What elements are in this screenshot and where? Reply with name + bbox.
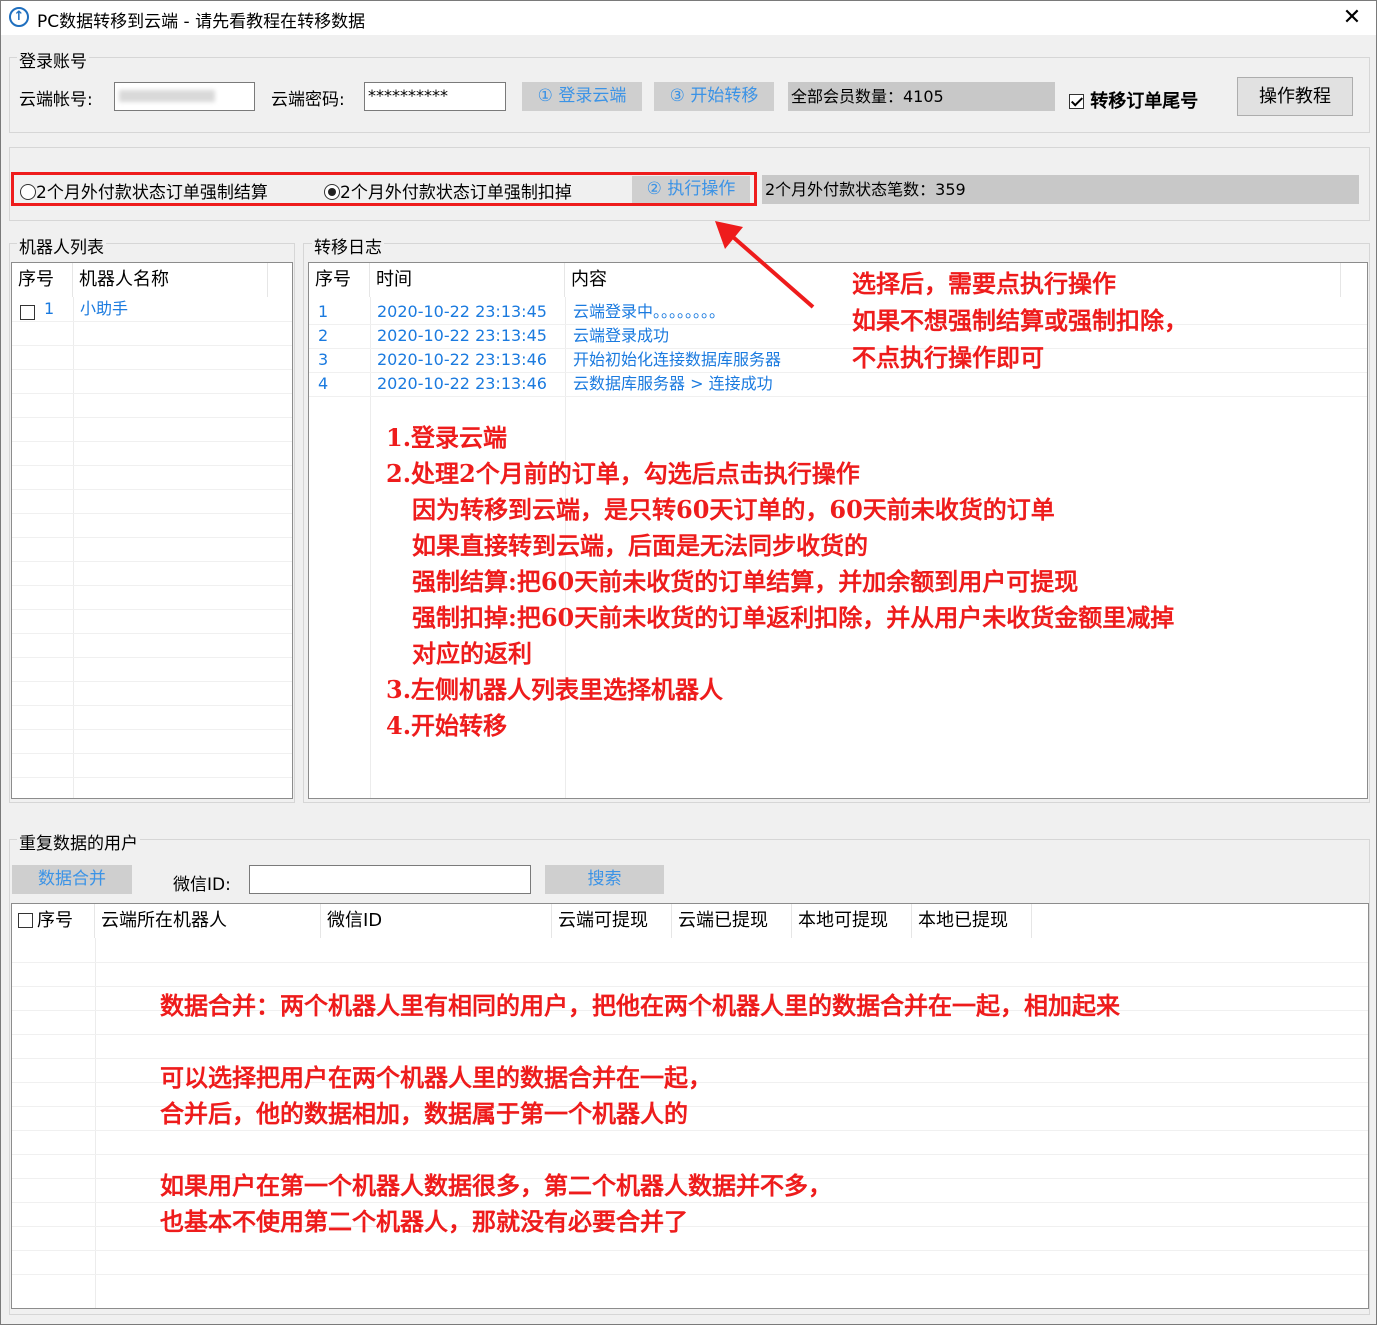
step-line: 1.登录云端 [386,423,508,452]
merge-note-line: 也基本不使用第二个机器人，那就没有必要合并了 [160,1207,688,1236]
robot-row-name: 小助手 [80,299,129,318]
app-upload-icon: ↑ [9,7,29,27]
radio-force-settle[interactable]: 2个月外付款状态订单强制结算 [20,178,268,203]
transfer-suffix-label: 转移订单尾号 [1090,91,1199,112]
radio-force-deduct[interactable]: 2个月外付款状态订单强制扣掉 [324,178,572,203]
dup-col-cloud-withdrawable[interactable]: 云端可提现 [552,904,672,938]
search-button[interactable]: 搜索 [545,865,664,894]
password-label: 云端密码: [271,90,345,110]
robot-row-check-icon[interactable] [20,305,35,320]
log-row-time: 2020-10-22 23:13:45 [377,302,547,321]
radio-deduct-label: 2个月外付款状态订单强制扣掉 [340,183,572,203]
dup-col-local-withdrawable[interactable]: 本地可提现 [792,904,912,938]
log-group-label: 转移日志 [312,233,384,258]
close-button[interactable]: ✕ [1337,4,1367,32]
log-row-time: 2020-10-22 23:13:46 [377,374,547,393]
robot-group-label: 机器人列表 [17,233,106,258]
outstanding-count-display: 2个月外付款状态笔数：359 [762,175,1359,204]
robot-list[interactable]: 序号 机器人名称 1 小助手 [11,262,293,799]
radio-settle-label: 2个月外付款状态订单强制结算 [36,183,268,203]
dup-col-index[interactable]: 序号 [12,904,95,938]
step-line: 强制扣掉:把60天前未收货的订单返利扣除，并从用户未收货金额里减掉 [412,603,1175,632]
step-line: 3.左侧机器人列表里选择机器人 [386,675,724,704]
log-row-index: 3 [318,350,329,369]
transfer-suffix-checkbox[interactable]: 转移订单尾号 [1069,87,1198,113]
log-row-content: 云端登录成功 [573,326,670,345]
annotation-arrow [715,221,815,309]
merge-note-line: 可以选择把用户在两个机器人里的数据合并在一起， [160,1063,712,1092]
arrow-note-line: 不点执行操作即可 [852,343,1044,372]
duplicates-group-label: 重复数据的用户 [17,829,140,854]
arrow-note-line: 选择后，需要点执行操作 [852,269,1116,298]
log-row-index: 4 [318,374,329,393]
radio-deduct-icon[interactable] [324,184,340,200]
log-row-time: 2020-10-22 23:13:46 [377,350,547,369]
transfer-suffix-check-icon[interactable] [1069,94,1084,109]
robot-row-index: 1 [44,299,55,318]
step-line: 2.处理2个月前的订单，勾选后点击执行操作 [386,459,860,488]
step-line: 因为转移到云端，是只转60天订单的，60天前未收货的订单 [412,495,1055,524]
log-row-index: 2 [318,326,329,345]
wechat-id-input[interactable] [249,865,531,894]
merge-note-line: 如果用户在第一个机器人数据很多，第二个机器人数据并不多， [160,1171,832,1200]
log-row[interactable]: 3 2020-10-22 23:13:46 开始初始化连接数据库服务器 [309,348,1367,373]
log-col-time[interactable]: 时间 [370,263,565,297]
arrow-note: 选择后，需要点执行操作 如果不想强制结算或强制扣除， 不点执行操作即可 [852,265,1188,376]
start-transfer-button[interactable]: ③ 开始转移 [654,82,774,111]
step-line: 对应的返利 [412,639,532,668]
merge-data-button[interactable]: 数据合并 [12,865,132,894]
log-row[interactable]: 2 2020-10-22 23:13:45 云端登录成功 [309,324,1367,349]
robot-col-index[interactable]: 序号 [12,263,73,297]
password-input[interactable]: ********** [364,82,506,111]
select-all-check-icon[interactable] [18,913,33,928]
wechat-id-label: 微信ID: [173,875,231,895]
log-row[interactable]: 4 2020-10-22 23:13:46 云数据库服务器 > 连接成功 [309,372,1367,397]
blurred-account-mask [119,90,215,102]
robot-row[interactable]: 1 小助手 [12,297,292,322]
merge-note-line: 数据合并：两个机器人里有相同的用户，把他在两个机器人里的数据合并在一起，相加起来 [160,991,1120,1020]
app-window: ↑ PC数据转移到云端 - 请先看教程在转移数据 ✕ 登录账号 云端帐号: 云端… [0,0,1377,1325]
arrow-note-line: 如果不想强制结算或强制扣除， [852,306,1188,335]
merge-note-line: 合并后，他的数据相加，数据属于第一个机器人的 [160,1099,688,1128]
log-col-index[interactable]: 序号 [309,263,370,297]
dup-col-robot[interactable]: 云端所在机器人 [95,904,321,938]
radio-settle-icon[interactable] [20,184,36,200]
dup-col-wechat[interactable]: 微信ID [321,904,552,938]
member-count-display: 全部会员数量：4105 [788,82,1055,111]
tutorial-button[interactable]: 操作教程 [1237,77,1353,116]
log-row-time: 2020-10-22 23:13:45 [377,326,547,345]
window-title: PC数据转移到云端 - 请先看教程在转移数据 [37,12,366,32]
dup-col-index-label: 序号 [37,910,73,931]
login-cloud-button[interactable]: ① 登录云端 [522,82,642,111]
step-line: 强制结算:把60天前未收货的订单结算，并加余额到用户可提现 [412,567,1079,596]
dup-col-cloud-withdrawn[interactable]: 云端已提现 [672,904,792,938]
log-row-index: 1 [318,302,329,321]
login-group-label: 登录账号 [17,47,89,72]
account-label: 云端帐号: [19,90,93,110]
step-line: 4.开始转移 [386,711,508,740]
log-row-content: 开始初始化连接数据库服务器 [573,350,782,369]
title-bar: ↑ PC数据转移到云端 - 请先看教程在转移数据 ✕ [1,1,1376,35]
steps-note: 1.登录云端 2.处理2个月前的订单，勾选后点击执行操作 因为转移到云端，是只转… [386,420,1174,744]
robot-col-name[interactable]: 机器人名称 [73,263,268,297]
dup-col-local-withdrawn[interactable]: 本地已提现 [912,904,1032,938]
log-row[interactable]: 1 2020-10-22 23:13:45 云端登录中。。。。。。。。 [309,300,1367,325]
step-line: 如果直接转到云端，后面是无法同步收货的 [412,531,868,560]
execute-button[interactable]: ② 执行操作 [632,176,750,203]
log-row-content: 云数据库服务器 > 连接成功 [573,374,773,393]
merge-note: 数据合并：两个机器人里有相同的用户，把他在两个机器人里的数据合并在一起，相加起来… [160,988,1120,1240]
